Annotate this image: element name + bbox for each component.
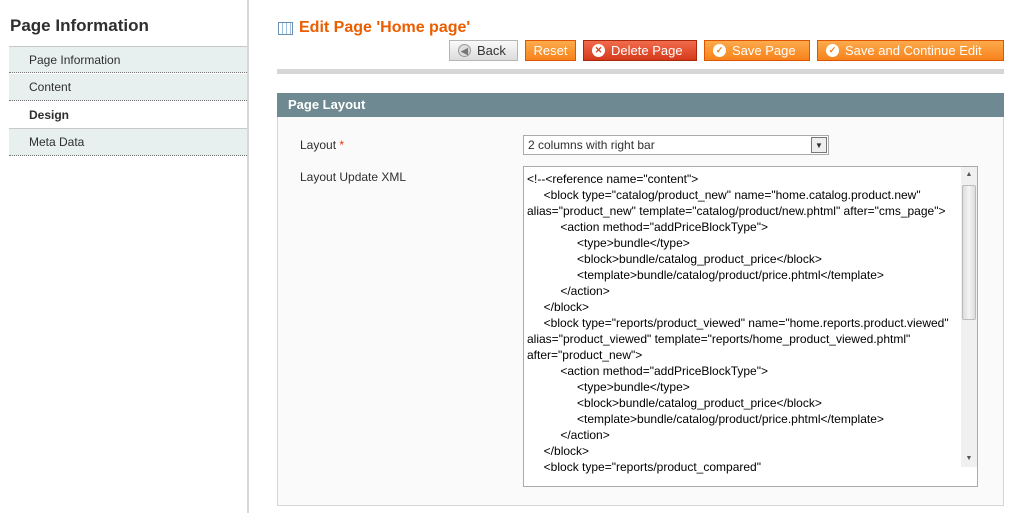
scroll-up-icon[interactable]: ▲	[961, 167, 977, 183]
layout-label: Layout *	[300, 138, 344, 152]
tab-page-information[interactable]: Page Information	[9, 46, 247, 73]
sidebar-title: Page Information	[10, 16, 149, 35]
sidebar: Page Information Page Information Conten…	[0, 0, 249, 513]
textarea-scrollbar[interactable]: ▲ ▼	[961, 167, 977, 467]
save-label: Save Page	[732, 43, 796, 58]
page-title-text: Edit Page 'Home page'	[299, 19, 471, 36]
divider	[277, 69, 1004, 74]
save-continue-button[interactable]: ✓ Save and Continue Edit	[817, 40, 1004, 61]
tab-design[interactable]: Design	[9, 102, 247, 129]
layout-update-xml-textarea[interactable]: <!--<reference name="content"> <block ty…	[523, 166, 978, 487]
save-continue-label: Save and Continue Edit	[845, 43, 982, 58]
required-mark: *	[339, 138, 345, 152]
layout-label-text: Layout	[300, 138, 337, 152]
back-label: Back	[477, 43, 506, 58]
check-icon: ✓	[826, 44, 839, 57]
tab-content[interactable]: Content	[9, 74, 247, 101]
reset-label: Reset	[533, 43, 568, 58]
scroll-down-icon[interactable]: ▼	[961, 451, 977, 467]
delete-label: Delete Page	[611, 43, 683, 58]
arrow-left-icon: ◀	[458, 44, 471, 57]
grid-icon	[278, 21, 293, 35]
page-title: Edit Page 'Home page'	[278, 19, 470, 37]
save-page-button[interactable]: ✓ Save Page	[704, 40, 810, 61]
section-header: Page Layout	[277, 93, 1004, 117]
xml-label: Layout Update XML	[300, 170, 407, 184]
delete-icon: ✕	[592, 44, 605, 57]
check-icon: ✓	[713, 44, 726, 57]
layout-select-value: 2 columns with right bar	[528, 138, 655, 152]
delete-page-button[interactable]: ✕ Delete Page	[583, 40, 697, 61]
reset-button[interactable]: Reset	[525, 40, 576, 61]
chevron-down-icon: ▼	[811, 137, 827, 153]
tab-meta-data[interactable]: Meta Data	[9, 129, 247, 156]
layout-select[interactable]: 2 columns with right bar ▼	[523, 135, 829, 155]
scroll-thumb[interactable]	[962, 185, 976, 320]
back-button[interactable]: ◀ Back	[449, 40, 518, 61]
